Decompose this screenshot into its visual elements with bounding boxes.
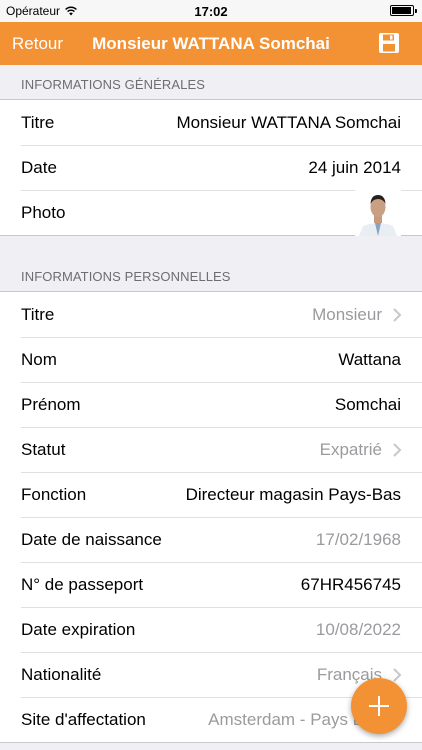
- status-time: 17:02: [194, 4, 228, 19]
- row-label: Prénom: [21, 394, 81, 414]
- row-label: Nom: [21, 349, 57, 369]
- chevron-right-icon: [393, 667, 402, 682]
- row-value: 67HR456745: [300, 574, 401, 594]
- row-value: Wattana: [338, 349, 401, 369]
- row-label: Site d'affectation: [21, 709, 146, 729]
- general-info-group: Titre Monsieur WATTANA Somchai Date 24 j…: [0, 99, 422, 236]
- row-label: Titre: [21, 112, 55, 132]
- status-bar: Opérateur 17:02: [0, 0, 422, 22]
- row-personal-prenom[interactable]: Prénom Somchai: [0, 382, 422, 427]
- section-header-general: INFORMATIONS GÉNÉRALES: [21, 77, 205, 92]
- row-label: Date de naissance: [21, 529, 162, 549]
- row-general-date[interactable]: Date 24 juin 2014: [0, 145, 422, 190]
- navigation-bar: Retour Monsieur WATTANA Somchai: [0, 22, 422, 65]
- row-value: Expatrié: [319, 439, 382, 459]
- chevron-right-icon: [393, 307, 402, 322]
- battery-icon: [390, 5, 417, 16]
- row-personal-birthdate[interactable]: Date de naissance 17/02/1968: [0, 517, 422, 562]
- row-label: Photo: [21, 202, 66, 222]
- row-value: Monsieur: [312, 304, 382, 324]
- row-value: Monsieur WATTANA Somchai: [176, 112, 401, 132]
- page-title: Monsieur WATTANA Somchai: [92, 34, 330, 53]
- row-label: Statut: [21, 439, 66, 459]
- row-value: 10/08/2022: [315, 619, 401, 639]
- row-label: Titre: [21, 304, 55, 324]
- row-personal-fonction[interactable]: Fonction Directeur magasin Pays-Bas: [0, 472, 422, 517]
- personal-info-group: Titre Monsieur Nom Wattana Prénom Somcha…: [0, 291, 422, 743]
- row-value: Somchai: [334, 394, 401, 414]
- row-personal-passport[interactable]: N° de passeport 67HR456745: [0, 562, 422, 607]
- chevron-right-icon: [393, 442, 402, 457]
- section-header-personal: INFORMATIONS PERSONNELLES: [21, 269, 231, 284]
- row-personal-statut[interactable]: Statut Expatrié: [0, 427, 422, 472]
- row-value: 24 juin 2014: [308, 157, 401, 177]
- add-button[interactable]: [351, 678, 407, 734]
- row-personal-nom[interactable]: Nom Wattana: [0, 337, 422, 382]
- row-label: Date: [21, 157, 57, 177]
- save-icon[interactable]: [378, 32, 400, 54]
- row-label: Nationalité: [21, 664, 102, 684]
- plus-icon: [369, 696, 389, 716]
- row-personal-title[interactable]: Titre Monsieur: [0, 292, 422, 337]
- profile-photo[interactable]: [355, 190, 401, 236]
- row-label: Date expiration: [21, 619, 136, 639]
- row-value: Directeur magasin Pays-Bas: [185, 484, 401, 504]
- row-label: N° de passeport: [21, 574, 144, 594]
- row-label: Fonction: [21, 484, 87, 504]
- row-general-photo[interactable]: Photo: [0, 190, 422, 236]
- row-personal-expiration[interactable]: Date expiration 10/08/2022: [0, 607, 422, 652]
- row-general-title[interactable]: Titre Monsieur WATTANA Somchai: [0, 100, 422, 145]
- row-value: 17/02/1968: [315, 529, 401, 549]
